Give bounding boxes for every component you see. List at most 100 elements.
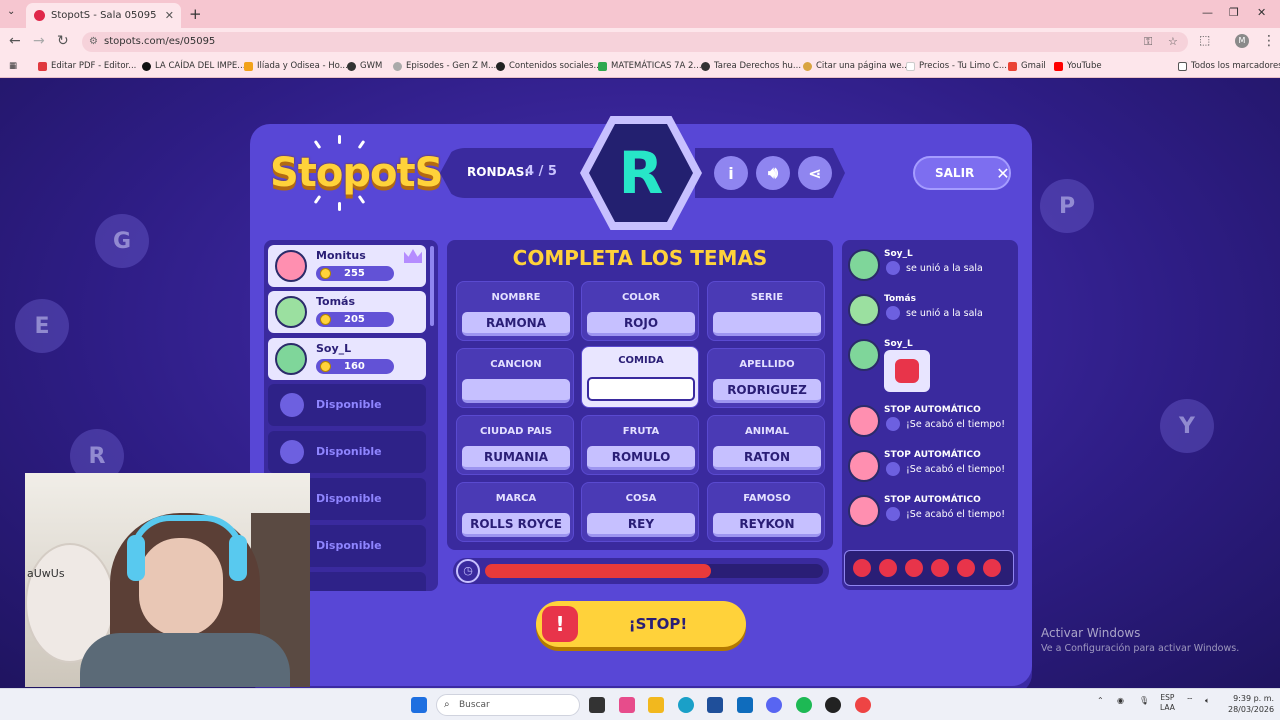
tab-close-icon[interactable]: ✕: [165, 9, 174, 22]
file-explorer-icon[interactable]: [648, 697, 664, 713]
emoji-button[interactable]: [905, 559, 923, 577]
topic-answer-input[interactable]: ROLLS ROYCE: [462, 513, 570, 537]
start-icon[interactable]: [411, 697, 427, 713]
new-tab-icon[interactable]: +: [189, 5, 202, 23]
mic-icon[interactable]: 🎙︎: [1139, 696, 1149, 705]
coin-icon: [320, 268, 331, 279]
bookmark-item[interactable]: Citar una página we...: [803, 61, 910, 71]
restore-icon[interactable]: ❐: [1229, 6, 1239, 19]
outlook-icon[interactable]: [737, 697, 753, 713]
topic-answer-input[interactable]: RODRIGUEZ: [713, 379, 821, 403]
topic-answer-input[interactable]: RUMANIA: [462, 446, 570, 470]
edge-icon[interactable]: [678, 697, 694, 713]
network-icon[interactable]: ◉: [1117, 696, 1124, 705]
emoji-button[interactable]: [879, 559, 897, 577]
info-button[interactable]: i: [714, 156, 748, 190]
topic-answer-input[interactable]: [462, 379, 570, 403]
emoji-button[interactable]: [853, 559, 871, 577]
chrome-icon[interactable]: [855, 697, 871, 713]
discord-icon[interactable]: [766, 697, 782, 713]
bookmark-item[interactable]: Tarea Derechos hu...: [701, 61, 801, 71]
topic-label: MARCA: [495, 493, 537, 504]
taskbar-search[interactable]: ⌕ Buscar: [436, 694, 580, 716]
topics-panel: COMPLETA LOS TEMAS NOMBRE RAMONA COLOR R…: [447, 240, 833, 550]
clock-icon: [886, 417, 900, 431]
topic-answer-input[interactable]: [713, 312, 821, 336]
share-button[interactable]: ⋖: [798, 156, 832, 190]
emoji-button[interactable]: [983, 559, 1001, 577]
topic-answer-input[interactable]: REYKON: [713, 513, 821, 537]
chat-text: se unió a la sala: [884, 306, 983, 320]
bookmark-item[interactable]: YouTube: [1054, 61, 1102, 71]
exit-button[interactable]: SALIR ✕: [913, 156, 1011, 190]
topic-answer-input[interactable]: RAMONA: [462, 312, 570, 336]
bookmark-item[interactable]: Episodes - Gen Z M...: [393, 61, 496, 71]
bookmark-item[interactable]: MATEMÁTICAS 7A 2...: [598, 61, 702, 71]
topic-answer-input[interactable]: ROMULO: [587, 446, 695, 470]
topic-cell: APELLIDO RODRIGUEZ: [707, 348, 825, 408]
activate-windows-subtitle: Ve a Configuración para activar Windows.: [1041, 643, 1240, 654]
url-field[interactable]: ⚙ stopots.com/es/05095 ⚿ ☆: [82, 32, 1188, 52]
player-card: Soy_L 160: [268, 338, 426, 380]
available-slot[interactable]: Disponible: [268, 431, 426, 473]
tray-chevron-icon[interactable]: ⌃: [1097, 696, 1104, 705]
all-bookmarks-folder[interactable]: Todos los marcadores: [1178, 61, 1280, 71]
minimize-icon[interactable]: —: [1202, 6, 1213, 19]
language-indicator[interactable]: ESP LAA: [1160, 693, 1175, 713]
share-icon: ⋖: [808, 163, 822, 183]
chat-text: ¡Se acabó el tiempo!: [884, 462, 1005, 476]
close-window-icon[interactable]: ✕: [1257, 6, 1266, 19]
topic-cell: FRUTA ROMULO: [581, 415, 699, 475]
logo-text: StopotS: [270, 150, 443, 196]
chat-author: STOP AUTOMÁTICO: [884, 495, 981, 505]
wifi-icon[interactable]: ⌔: [1186, 696, 1194, 706]
bookmark-item[interactable]: Precios - Tu Limo C...: [906, 61, 1007, 71]
chat-text: se unió a la sala: [884, 261, 983, 275]
topic-answer-input-focused[interactable]: [587, 377, 695, 401]
browser-tab[interactable]: StopotS - Sala 05095 ✕: [26, 3, 181, 28]
topic-cell: MARCA ROLLS ROYCE: [456, 482, 574, 542]
system-clock[interactable]: 9:39 p. m. 28/03/2026: [1228, 693, 1274, 715]
apps-grid-icon[interactable]: ▦: [9, 61, 17, 71]
forward-icon[interactable]: →: [33, 33, 45, 49]
topic-answer-input[interactable]: RATON: [713, 446, 821, 470]
bookmark-item[interactable]: Gmail: [1008, 61, 1046, 71]
topic-cell: CIUDAD PAIS RUMANIA: [456, 415, 574, 475]
browser-menu-icon[interactable]: ⋮: [1262, 33, 1276, 49]
player-points: 255: [316, 266, 394, 281]
available-slot[interactable]: Disponible: [268, 384, 426, 426]
volume-icon[interactable]: 🔈︎: [1205, 696, 1210, 706]
bookmark-item[interactable]: Ilíada y Odisea - Ho...: [244, 61, 348, 71]
profile-avatar[interactable]: M: [1235, 34, 1249, 48]
emoji-button[interactable]: [957, 559, 975, 577]
sound-button[interactable]: 🔊︎: [756, 156, 790, 190]
bookmark-item[interactable]: Contenidos sociales...: [496, 61, 602, 71]
emoji-button[interactable]: [931, 559, 949, 577]
players-scrollbar[interactable]: [430, 246, 434, 326]
site-info-icon[interactable]: ⚙: [89, 32, 98, 52]
topic-answer-input[interactable]: ROJO: [587, 312, 695, 336]
topic-answer-input[interactable]: REY: [587, 513, 695, 537]
stop-button[interactable]: ! ¡STOP!: [536, 601, 746, 647]
topic-label: FAMOSO: [743, 493, 791, 504]
store-icon[interactable]: [707, 697, 723, 713]
tab-search-icon[interactable]: ⌄: [7, 6, 15, 17]
bookmark-star-icon[interactable]: ☆: [1168, 32, 1178, 52]
copilot-icon[interactable]: [619, 697, 635, 713]
bookmark-item[interactable]: LA CAÍDA DEL IMPE...: [142, 61, 245, 71]
empty-avatar-icon: [280, 393, 304, 417]
bookmark-item[interactable]: Editar PDF - Editor...: [38, 61, 136, 71]
back-icon[interactable]: ←: [9, 33, 21, 49]
topic-label: NOMBRE: [491, 292, 541, 303]
background-letter-coin: G: [95, 214, 149, 268]
password-key-icon[interactable]: ⚿: [1144, 32, 1152, 52]
topics-title: COMPLETA LOS TEMAS: [512, 246, 768, 270]
player-card: Tomás 205: [268, 291, 426, 333]
bookmark-item[interactable]: GWM: [347, 61, 382, 71]
stop-label: ¡STOP!: [628, 615, 688, 633]
reload-icon[interactable]: ↻: [57, 33, 69, 49]
task-view-icon[interactable]: [589, 697, 605, 713]
spotify-icon[interactable]: [796, 697, 812, 713]
extensions-icon[interactable]: ⬚: [1199, 33, 1210, 47]
obs-icon[interactable]: [825, 697, 841, 713]
